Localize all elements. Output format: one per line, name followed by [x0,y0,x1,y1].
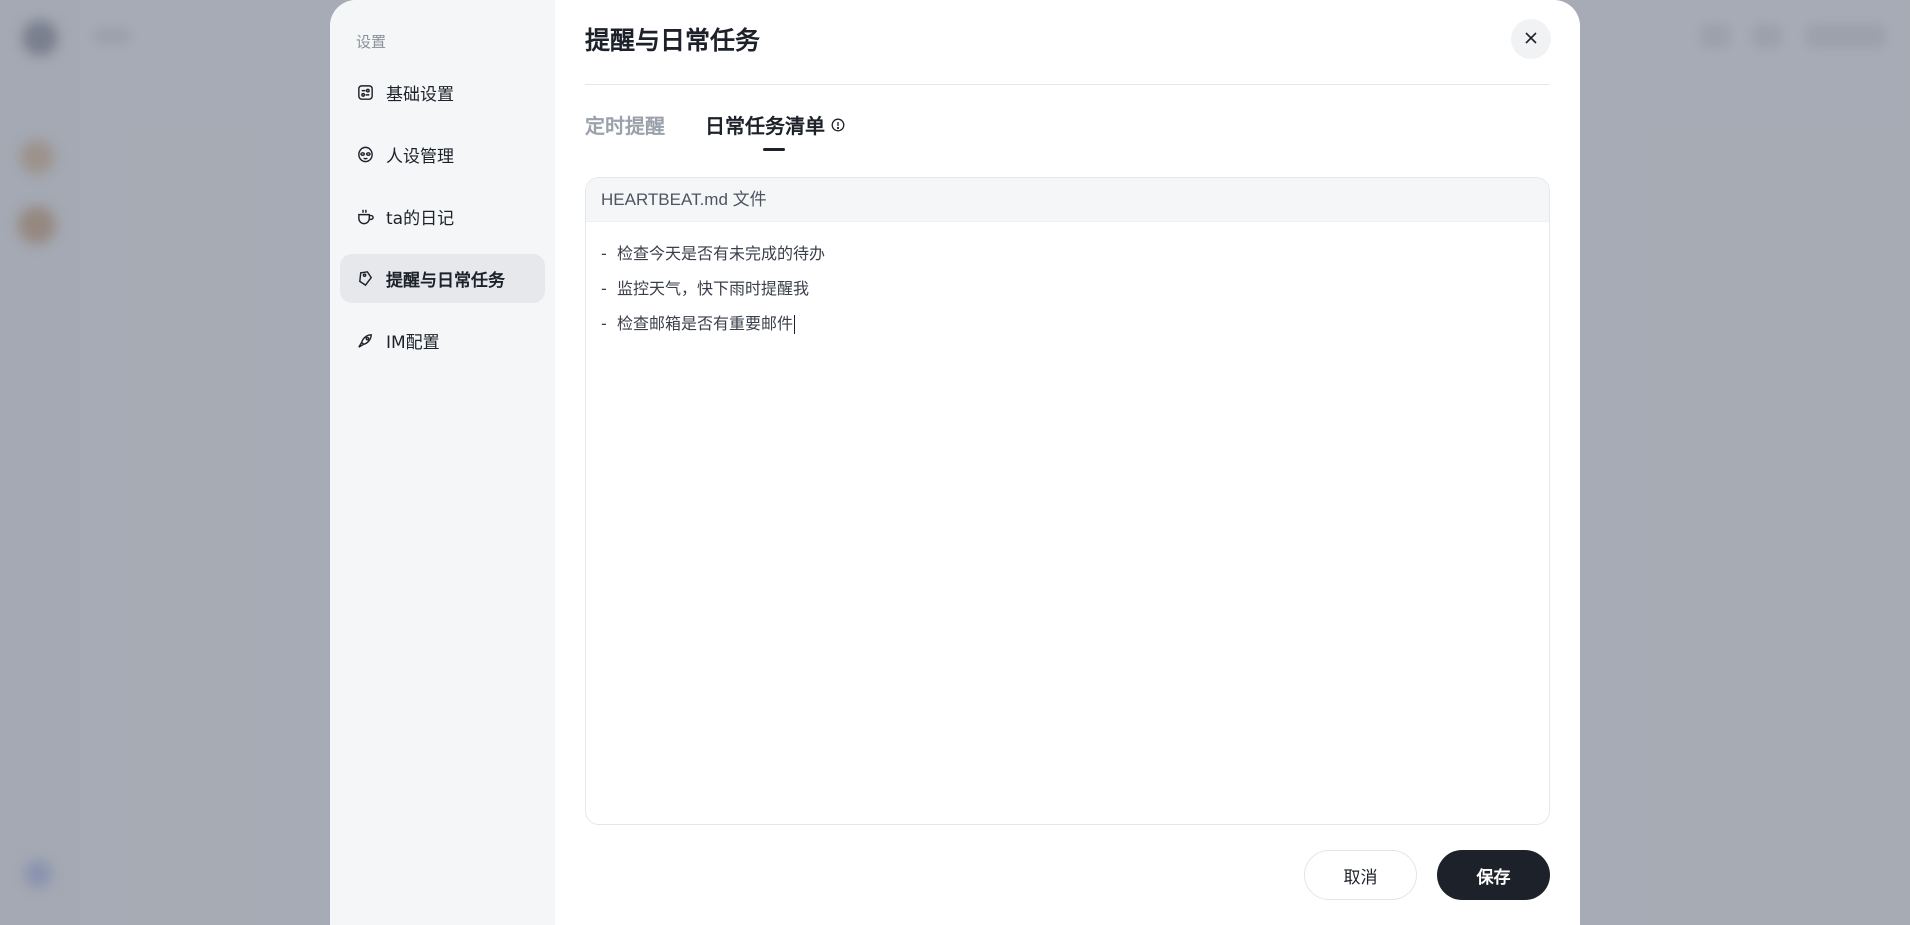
task-line-with-caret: - 检查邮箱是否有重要邮件 [601,306,1534,341]
tab-bar: 定时提醒 日常任务清单 [585,85,1550,155]
sidebar-item-label: 提醒与日常任务 [386,271,505,291]
alien-face-icon [356,145,375,164]
sidebar-item-basic-settings[interactable]: 基础设置 [340,68,545,117]
info-icon[interactable] [831,118,845,132]
text-caret [793,315,795,334]
task-line: - 监控天气，快下雨时提醒我 [601,279,809,298]
rocket-icon [356,331,375,350]
task-line-text: - 检查邮箱是否有重要邮件 [601,314,793,333]
sidebar-item-reminders[interactable]: 提醒与日常任务 [340,254,545,303]
editor-file-label: HEARTBEAT.md 文件 [586,178,1549,222]
basic-settings-icon [356,83,375,102]
modal-footer: 取消 保存 [1304,850,1550,900]
settings-content: 提醒与日常任务 定时提醒 日常任务清单 HEARTBEAT.md 文件 - 检查… [555,0,1580,925]
tab-daily-task-list[interactable]: 日常任务清单 [705,110,845,155]
save-button[interactable]: 保存 [1437,850,1550,900]
tab-scheduled-reminders[interactable]: 定时提醒 [585,110,665,155]
settings-sidebar: 设置 基础设置 人设管理 ta的日记 提醒与日常任务 IM配置 [330,0,555,925]
sidebar-item-im-config[interactable]: IM配置 [340,316,545,365]
tag-icon [356,269,375,288]
editor-textarea[interactable]: - 检查今天是否有未完成的待办 - 监控天气，快下雨时提醒我 - 检查邮箱是否有… [586,222,1549,355]
close-icon [1524,30,1538,49]
sidebar-item-diary[interactable]: ta的日记 [340,192,545,241]
sidebar-item-label: 人设管理 [386,147,454,167]
page-title: 提醒与日常任务 [585,26,761,55]
sidebar-item-label: ta的日记 [386,209,455,229]
heartbeat-editor[interactable]: HEARTBEAT.md 文件 - 检查今天是否有未完成的待办 - 监控天气，快… [585,177,1550,825]
close-button[interactable] [1511,19,1551,59]
settings-modal: 设置 基础设置 人设管理 ta的日记 提醒与日常任务 IM配置 提醒与日常任务 … [330,0,1580,925]
task-line: - 检查今天是否有未完成的待办 [601,244,825,263]
tab-label: 日常任务清单 [705,114,825,138]
sidebar-item-persona[interactable]: 人设管理 [340,130,545,179]
sidebar-item-label: 基础设置 [386,85,454,105]
sidebar-item-label: IM配置 [386,333,440,353]
coffee-cup-icon [356,207,375,226]
cancel-button[interactable]: 取消 [1304,850,1417,900]
content-header: 提醒与日常任务 [585,0,1551,85]
sidebar-heading: 设置 [356,33,387,51]
tab-label: 定时提醒 [585,114,665,138]
